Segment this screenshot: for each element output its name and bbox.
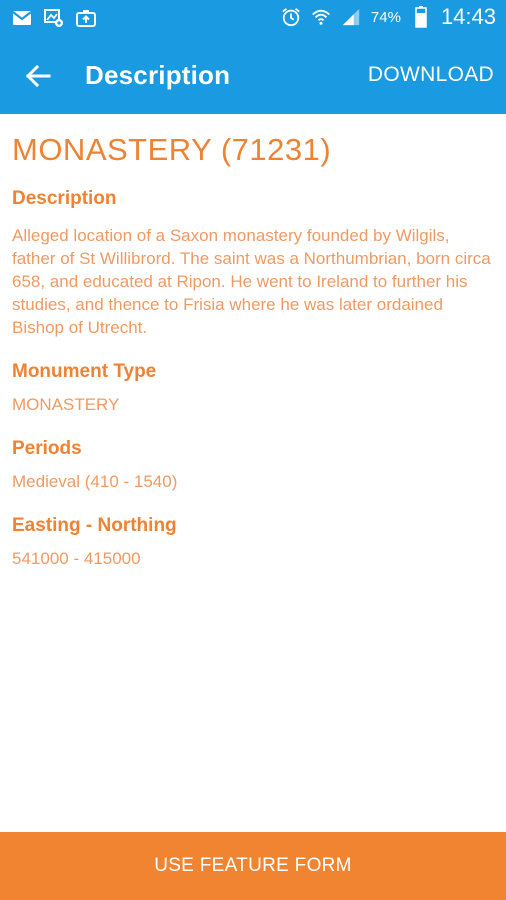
battery-percent: 74% (370, 8, 401, 26)
periods-value: Medieval (410 - 1540) (12, 472, 178, 491)
record-title: MONASTERY (71231) (12, 132, 332, 167)
wifi-icon (311, 7, 331, 27)
signal-icon (341, 7, 361, 27)
back-button[interactable] (20, 58, 56, 94)
record-details: MONASTERY (71231) Description Alleged lo… (12, 114, 496, 570)
battery-icon (411, 6, 431, 28)
back-arrow-icon (25, 64, 51, 88)
monument-type-value: MONASTERY (12, 395, 120, 414)
notification-icons (12, 8, 96, 28)
alarm-icon (281, 7, 301, 27)
image-notification-icon (44, 8, 64, 28)
use-feature-form-button[interactable]: USE FEATURE FORM (0, 832, 506, 900)
monument-type-label: Monument Type (12, 361, 157, 382)
gmail-icon (12, 8, 32, 28)
easting-northing-value: 541000 - 415000 (12, 549, 141, 568)
download-button[interactable]: DOWNLOAD (368, 63, 494, 87)
description-text: Alleged location of a Saxon monastery fo… (12, 226, 491, 337)
camera-upload-icon (76, 8, 96, 28)
description-label: Description (12, 188, 117, 209)
status-bar: 74% 14:43 (0, 0, 506, 38)
periods-label: Periods (12, 438, 82, 459)
system-indicators: 74% 14:43 (281, 4, 496, 30)
clock: 14:43 (440, 4, 496, 29)
page-title: Description (85, 60, 231, 90)
easting-northing-label: Easting - Northing (12, 515, 177, 536)
app-bar: Description DOWNLOAD (0, 38, 506, 114)
